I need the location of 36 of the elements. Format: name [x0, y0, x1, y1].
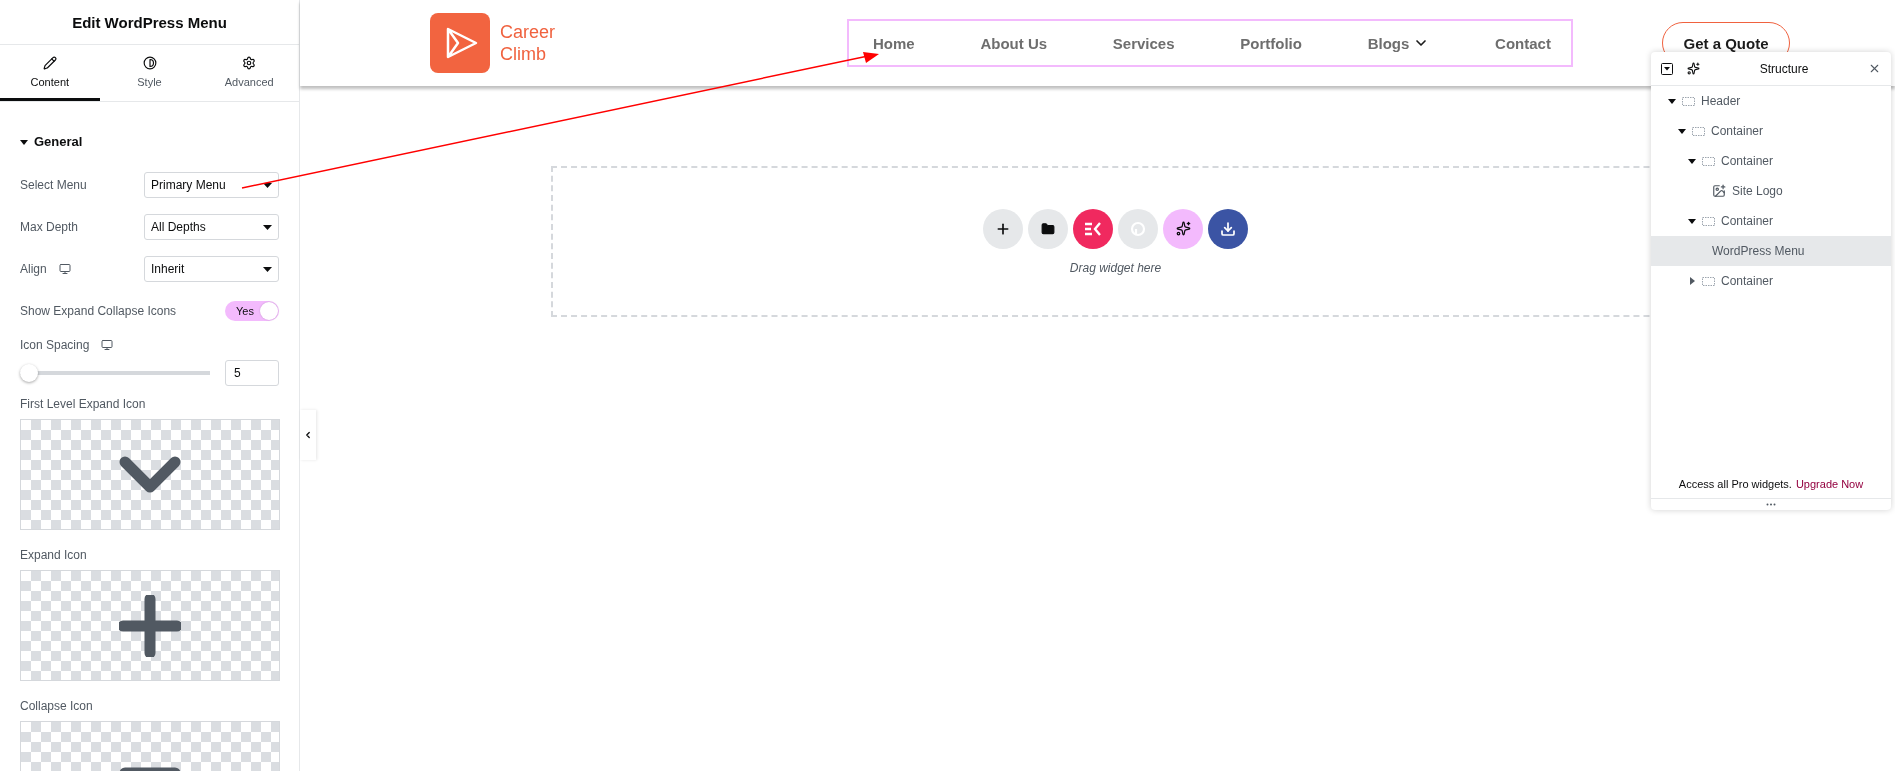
section-title[interactable]: General [34, 134, 83, 149]
select-field[interactable]: All Depths [144, 214, 279, 240]
control-label: Expand Icon [20, 548, 88, 562]
nav-link[interactable]: Portfolio [1240, 34, 1302, 52]
tree-item[interactable]: Container [1651, 116, 1891, 146]
drop-hint: Drag widget here [1069, 260, 1163, 275]
promo-text: Access all Pro widgets. [1678, 478, 1792, 490]
nav-link[interactable]: Services [1112, 34, 1175, 52]
tree-item[interactable]: Container [1651, 206, 1891, 236]
logo-text: Career Climb [500, 21, 556, 65]
nav-link[interactable]: Blogs [1367, 34, 1430, 52]
control-label: First Level Expand Icon [20, 397, 147, 411]
control-label: Collapse Icon [20, 699, 94, 713]
upgrade-link[interactable]: Upgrade Now [1795, 478, 1864, 490]
panel-title: Structure [1758, 61, 1810, 76]
panel-tab[interactable]: Style [99, 45, 200, 101]
control-label: Align [20, 262, 47, 276]
select-field[interactable]: Inherit [144, 256, 279, 282]
toggle-switch[interactable]: Yes [225, 301, 279, 321]
control-label: Show Expand Collapse Icons [20, 304, 177, 318]
tree-item[interactable]: Container [1651, 146, 1891, 176]
tree-item[interactable]: Header [1651, 86, 1891, 116]
tree-item[interactable]: Container [1651, 266, 1891, 296]
nav-link[interactable]: About Us [980, 34, 1048, 52]
control-label: Icon Spacing [20, 338, 90, 352]
nav-link[interactable]: Home [873, 34, 915, 52]
control-label: Select Menu [20, 178, 87, 192]
panel-title: Edit WordPress Menu [0, 0, 299, 45]
tree-item[interactable]: WordPress Menu [1651, 236, 1891, 266]
panel-tab[interactable]: Advanced [199, 45, 299, 101]
control-label: Max Depth [20, 220, 79, 234]
number-field[interactable]: 5 [225, 360, 279, 386]
nav-link[interactable]: Contact [1495, 34, 1551, 52]
select-field[interactable]: Primary Menu [144, 172, 279, 198]
panel-tab[interactable]: Content [0, 45, 100, 101]
tree-item[interactable]: Site Logo [1651, 176, 1891, 206]
